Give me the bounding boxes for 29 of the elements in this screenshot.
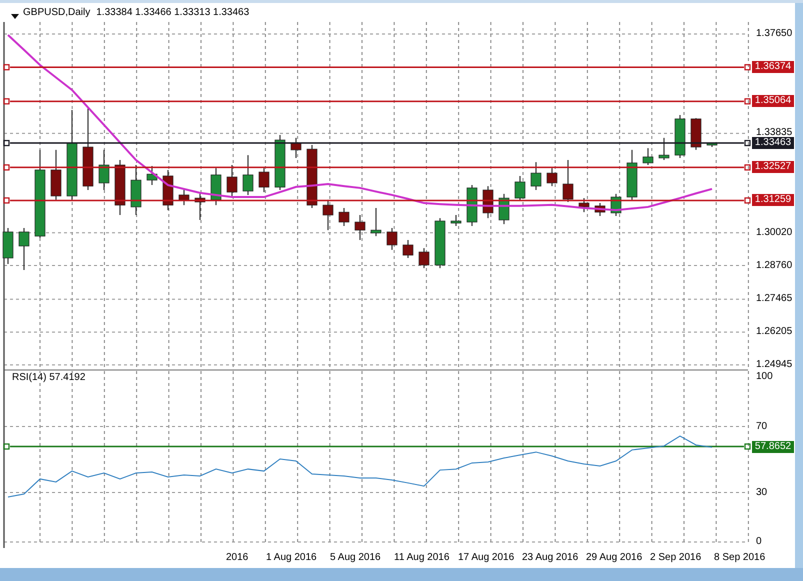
level-label: 1.33463 [752, 137, 794, 150]
level-label: 1.35064 [752, 95, 794, 108]
rsi-tick: 30 [756, 488, 768, 498]
date-label: 29 Aug 2016 [586, 553, 642, 563]
ohlc-values: 1.33384 1.33466 1.33313 1.33463 [96, 8, 250, 18]
date-label: 2 Sep 2016 [650, 553, 702, 563]
price-tick: 1.33835 [756, 128, 792, 138]
date-label: 23 Aug 2016 [522, 553, 578, 563]
level-label: 1.32527 [752, 161, 794, 174]
chart-symbol: GBPUSD,Daily [23, 8, 90, 18]
price-tick: 1.30020 [756, 228, 792, 238]
price-tick: 1.28760 [756, 260, 792, 271]
price-tick: 1.26205 [756, 327, 792, 338]
date-label: 2016 [226, 553, 248, 563]
date-label: 1 Aug 2016 [266, 553, 317, 563]
rsi-tick: 70 [756, 422, 768, 432]
level-label: 1.31259 [752, 194, 794, 206]
date-label: 5 Aug 2016 [330, 553, 381, 563]
level-label: 1.36374 [752, 61, 794, 74]
price-tick: 1.37650 [756, 28, 792, 39]
date-label: 11 Aug 2016 [394, 553, 450, 563]
price-tick: 1.24945 [756, 360, 792, 370]
level-label: 57.8652 [752, 440, 794, 453]
rsi-tick: 100 [756, 372, 773, 382]
date-label: 17 Aug 2016 [458, 553, 514, 563]
rsi-title: RSI(14) 57.4192 [12, 373, 86, 383]
price-tick: 1.27465 [756, 294, 792, 304]
rsi-tick: 0 [756, 537, 762, 547]
date-label: 8 Sep 2016 [714, 553, 766, 563]
